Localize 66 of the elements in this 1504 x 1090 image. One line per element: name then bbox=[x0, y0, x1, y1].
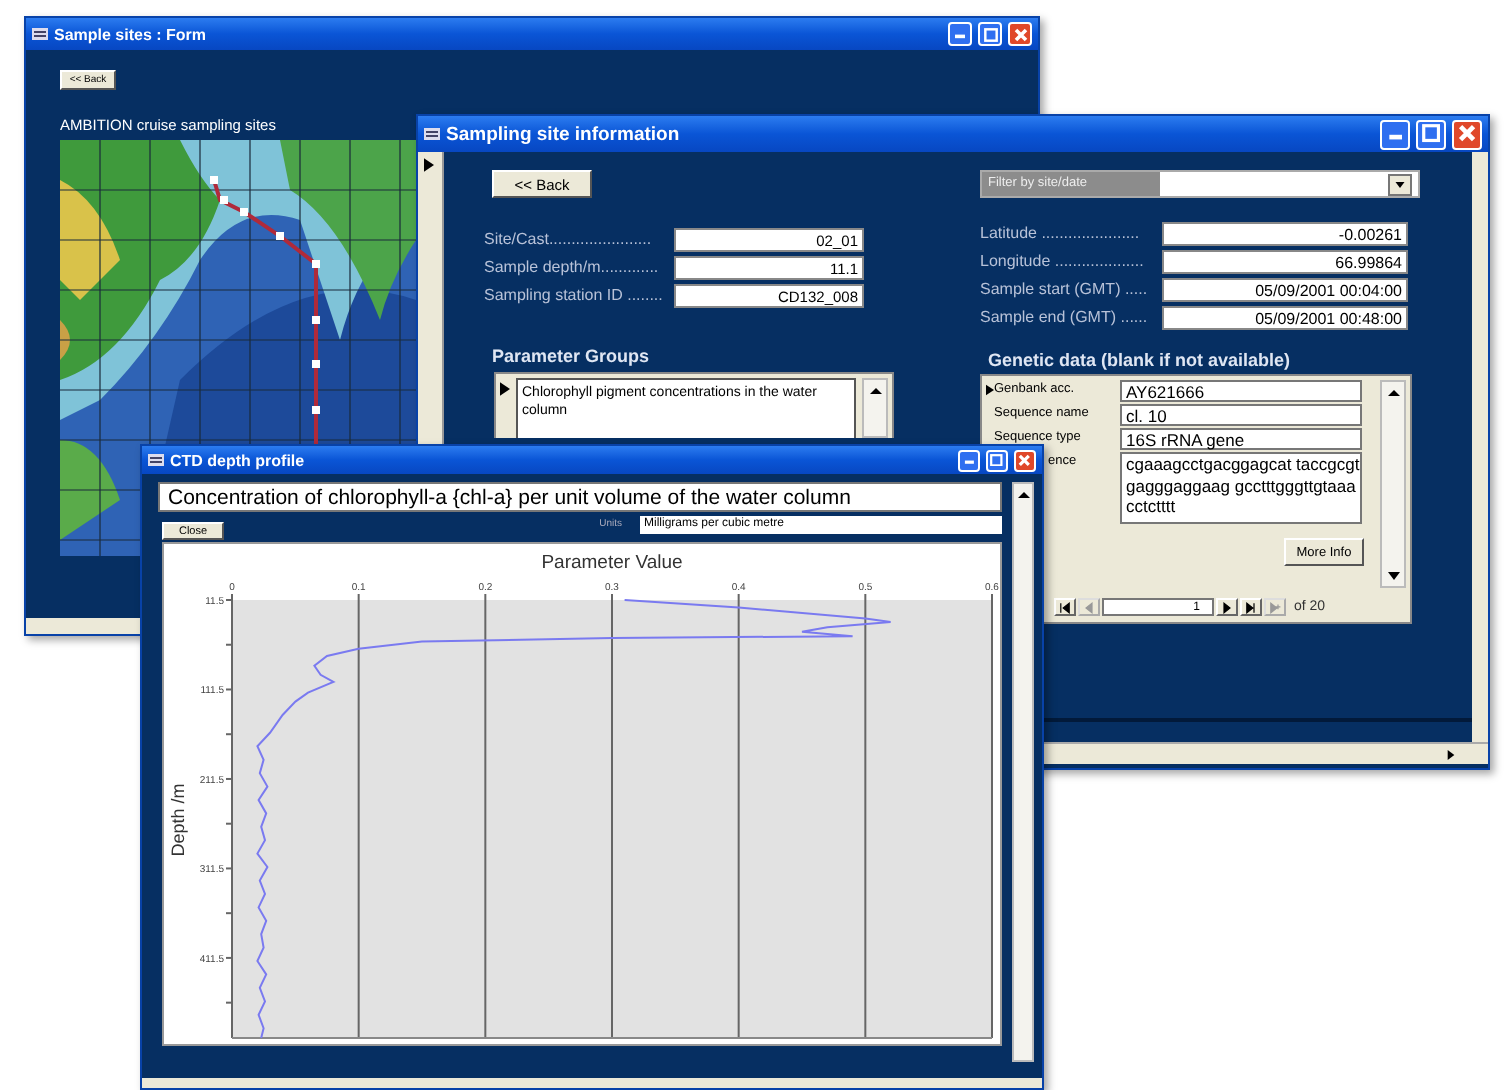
window-title: Sample sites : Form bbox=[54, 25, 207, 43]
window-title: Sampling site information bbox=[446, 123, 680, 145]
close-icon bbox=[1457, 124, 1477, 144]
record-pointer-icon bbox=[500, 382, 510, 396]
record-pointer-icon bbox=[424, 158, 434, 172]
scroll-bar[interactable] bbox=[1380, 380, 1406, 588]
value-field[interactable]: 05/09/2001 00:04:00 bbox=[1162, 277, 1408, 301]
scroll-bar[interactable] bbox=[862, 378, 888, 438]
field-label: Sampling station ID ........ bbox=[484, 286, 665, 304]
axis-label: Depth /m bbox=[168, 783, 188, 857]
value-field[interactable]: 66.99864 bbox=[1162, 249, 1408, 273]
field-label: Sample end (GMT) ...... bbox=[980, 308, 1150, 326]
close-button[interactable] bbox=[1008, 22, 1032, 46]
minimize-icon bbox=[1387, 134, 1403, 141]
field-label: Longitude .................... bbox=[980, 252, 1146, 270]
skip-end-icon bbox=[1244, 601, 1258, 613]
minimize-button[interactable] bbox=[958, 449, 980, 471]
scroll-bar[interactable] bbox=[1472, 152, 1488, 742]
section-heading: Genetic data (blank if not available) bbox=[988, 350, 1293, 370]
dropdown-arrow-icon bbox=[1394, 179, 1406, 189]
minimize-button[interactable] bbox=[1380, 119, 1410, 149]
value-field[interactable]: cl. 10 bbox=[1120, 404, 1362, 426]
up-arrow-icon bbox=[867, 384, 883, 396]
record-pointer-icon bbox=[986, 384, 994, 396]
minimize-icon bbox=[954, 34, 966, 40]
value-field[interactable]: 05/09/2001 00:48:00 bbox=[1162, 305, 1408, 329]
scroll-bar[interactable] bbox=[142, 1078, 1042, 1088]
maximize-button[interactable] bbox=[1416, 119, 1446, 149]
sequence-field[interactable]: cgaaagcctgacggagcat taccgcgtgagggaggaag gcctttgggttgtaaacctctttt bbox=[1120, 452, 1362, 524]
maximize-icon bbox=[1421, 124, 1441, 144]
parameter-title-field: Concentration of chlorophyll-a {chl-a} per unit volume of the water column bbox=[158, 482, 1002, 512]
maximize-icon bbox=[990, 453, 1004, 467]
maximize-icon bbox=[983, 27, 997, 41]
minimize-button[interactable] bbox=[948, 22, 972, 46]
right-arrow-icon bbox=[1446, 747, 1456, 761]
close-button[interactable] bbox=[1452, 119, 1482, 149]
value-field[interactable]: -0.00261 bbox=[1162, 221, 1408, 245]
value-field[interactable]: 16S rRNA gene bbox=[1120, 428, 1362, 450]
close-icon bbox=[1013, 27, 1027, 41]
window-title: CTD depth profile bbox=[170, 451, 305, 469]
minimize-icon bbox=[963, 460, 975, 465]
skip-start-icon bbox=[1058, 601, 1072, 613]
form-icon bbox=[424, 126, 440, 142]
form-icon bbox=[32, 26, 48, 42]
maximize-button[interactable] bbox=[986, 449, 1008, 471]
form-icon bbox=[148, 452, 164, 468]
field-label: Sample start (GMT) ..... bbox=[980, 280, 1150, 298]
down-arrow-icon bbox=[1385, 570, 1401, 582]
up-arrow-icon bbox=[1385, 386, 1401, 398]
up-arrow-icon bbox=[1015, 488, 1031, 500]
filter-dropdown[interactable] bbox=[1160, 172, 1418, 196]
field-label: Latitude ...................... bbox=[980, 224, 1142, 242]
scroll-bar[interactable] bbox=[26, 618, 140, 634]
chart-title: Parameter Value bbox=[541, 552, 683, 574]
right-triangle-icon bbox=[1220, 601, 1234, 613]
close-icon bbox=[1018, 453, 1032, 467]
value-field[interactable]: AY621666 bbox=[1120, 380, 1362, 402]
maximize-button[interactable] bbox=[978, 22, 1002, 46]
field-label: Sample depth/m............. bbox=[484, 258, 661, 276]
section-heading: Parameter Groups bbox=[492, 346, 650, 366]
left-triangle-icon bbox=[1082, 601, 1096, 613]
scroll-bar[interactable] bbox=[1040, 742, 1488, 764]
new-record-icon bbox=[1268, 601, 1282, 613]
scroll-bar[interactable] bbox=[1012, 482, 1034, 1062]
close-button[interactable] bbox=[1014, 449, 1036, 471]
field-label: Site/Cast....................... bbox=[484, 230, 654, 248]
